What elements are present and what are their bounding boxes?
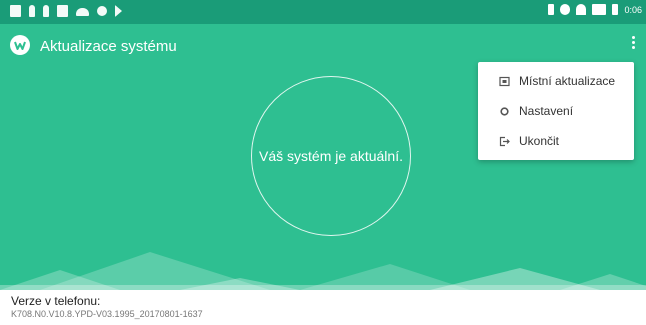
- menu-item-local-update[interactable]: Místní aktualizace: [478, 66, 634, 96]
- battery-icon: [612, 4, 619, 15]
- settings-icon: [498, 105, 510, 117]
- tools-icon: [97, 6, 107, 16]
- play-store-icon: [115, 5, 122, 17]
- status-circle[interactable]: Váš systém je aktuální.: [251, 76, 411, 236]
- local-update-icon: [498, 75, 510, 87]
- signal-icon: [592, 4, 607, 15]
- mountains-decoration: [0, 252, 646, 290]
- menu-item-label: Ukončit: [519, 134, 560, 148]
- do-not-disturb-icon: [560, 4, 571, 15]
- wifi-icon: [576, 4, 587, 15]
- more-options-icon[interactable]: [630, 36, 636, 54]
- menu-item-label: Nastavení: [519, 104, 574, 118]
- app-logo-icon: [10, 35, 30, 55]
- exit-icon: [498, 135, 510, 147]
- notification-icon: [43, 5, 49, 17]
- menu-item-settings[interactable]: Nastavení: [478, 96, 634, 126]
- notification-icon: [29, 5, 35, 17]
- status-bar: 0:06: [0, 0, 646, 24]
- menu-item-label: Místní aktualizace: [519, 74, 616, 88]
- image-icon: [57, 5, 68, 17]
- bluetooth-icon: [548, 4, 555, 15]
- version-value: K708.N0.V10.8.YPD-V03.1995_20170801-1637: [11, 309, 203, 319]
- system-icons: 0:06: [548, 4, 642, 15]
- version-label: Verze v telefonu:: [11, 294, 101, 308]
- status-message: Váš systém je aktuální.: [259, 148, 403, 164]
- cloud-icon: [76, 8, 89, 16]
- page-title: Aktualizace systému: [40, 38, 177, 55]
- clock: 0:06: [624, 4, 642, 15]
- overflow-menu: Místní aktualizace Nastavení Ukončit: [478, 62, 634, 160]
- mail-icon: [10, 5, 21, 17]
- notification-icons: [10, 5, 122, 17]
- menu-item-exit[interactable]: Ukončit: [478, 126, 634, 156]
